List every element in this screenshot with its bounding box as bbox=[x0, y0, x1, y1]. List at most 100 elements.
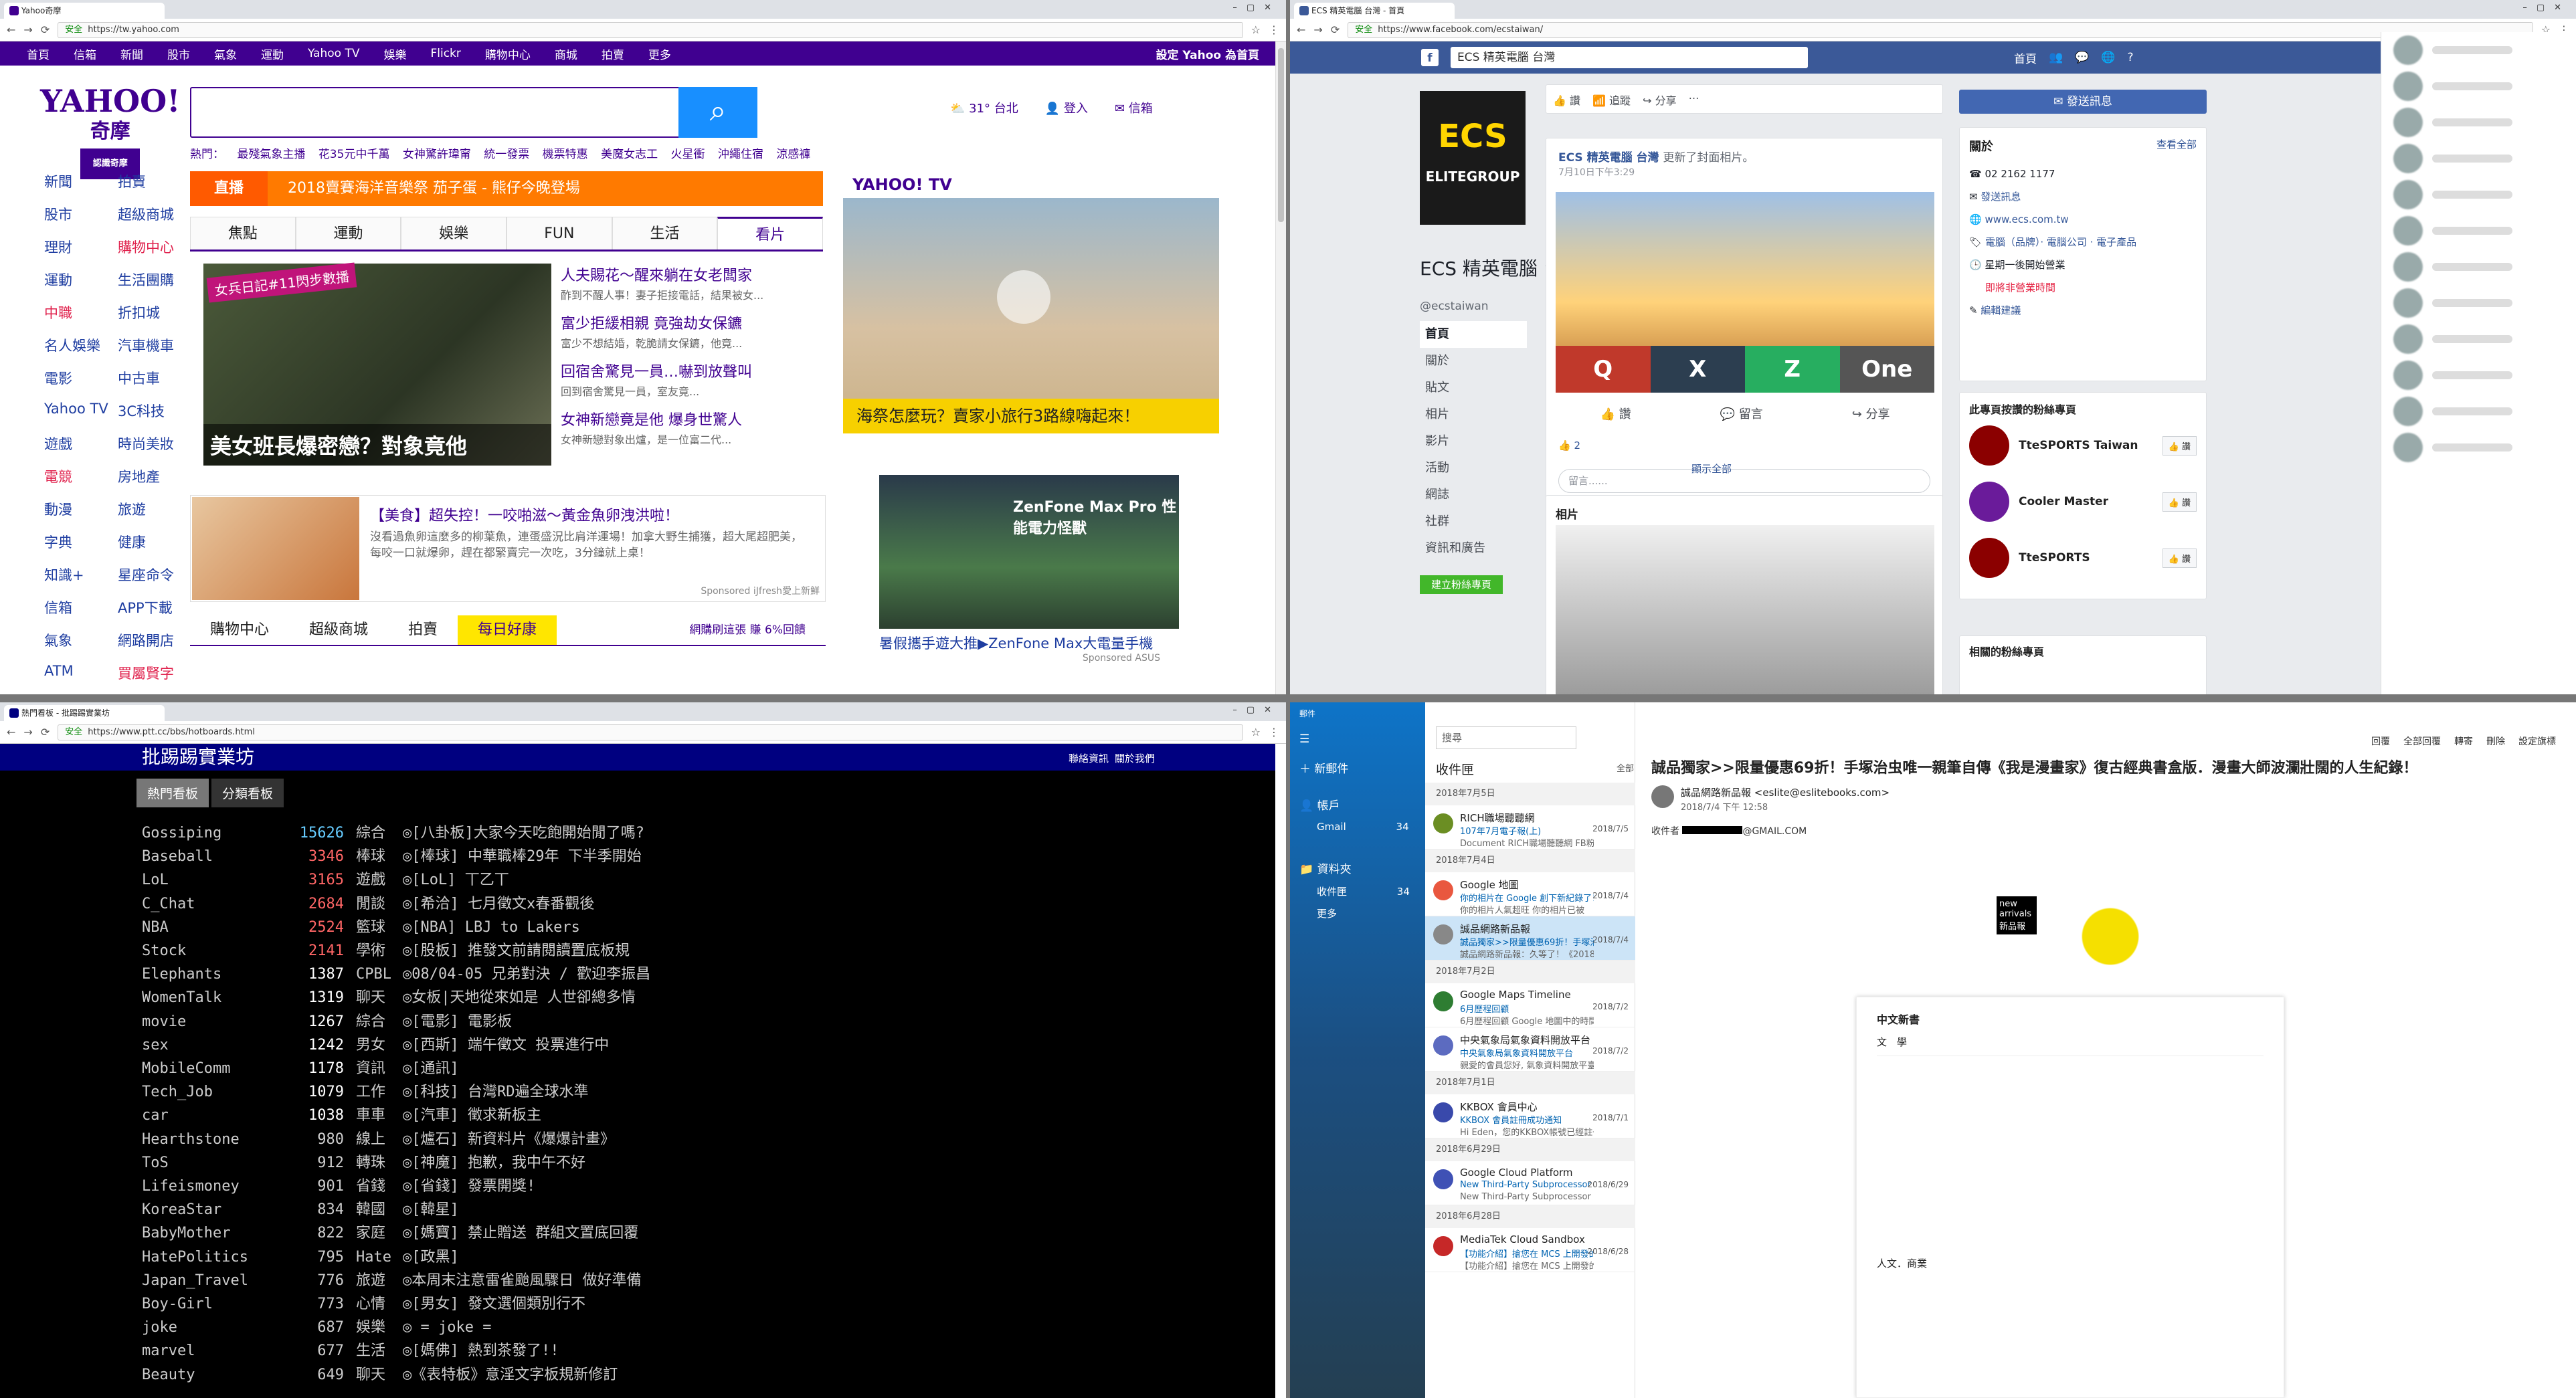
reload-icon[interactable]: ⟳ bbox=[41, 23, 50, 36]
board-row[interactable]: Boy-Girl 773 心情 ◎[男女] 發文選個類別行不 bbox=[142, 1292, 650, 1316]
hot-item[interactable]: 機票特惠 bbox=[543, 148, 588, 161]
liked-page-like-button[interactable]: 👍 讚 bbox=[2162, 548, 2197, 568]
chat-contact[interactable] bbox=[2381, 285, 2576, 321]
url-field[interactable]: 安全 https://www.facebook.com/ecstaiwan/ bbox=[1348, 21, 2533, 38]
sidebar-link[interactable]: Yahoo TV bbox=[44, 401, 118, 421]
board-row[interactable]: Baseball 3346 棒球 ◎[棒球] 中華職棒29年 下半季開始 bbox=[142, 845, 650, 868]
board-row[interactable]: Tech_Job 1079 工作 ◎[科技] 台灣RD遍全球水準 bbox=[142, 1080, 650, 1104]
accounts-header[interactable]: 👤 帳戶 bbox=[1290, 796, 1425, 813]
sidebar-link[interactable]: 信箱 bbox=[44, 597, 118, 617]
tab-sports[interactable]: 運動 bbox=[295, 217, 401, 249]
chat-contact[interactable] bbox=[2381, 32, 2576, 68]
page-profile-picture[interactable]: ECS ELITEGROUP bbox=[1420, 91, 1526, 225]
photo-thumb[interactable] bbox=[1556, 525, 1934, 694]
page-menu-item[interactable]: 社群 bbox=[1420, 508, 1527, 535]
nav-weather[interactable]: 氣象 bbox=[214, 45, 237, 62]
sidebar-link[interactable]: 購物中心 bbox=[118, 237, 191, 257]
post-comment-button[interactable]: 💬 留言 bbox=[1720, 405, 1763, 422]
message-item[interactable]: RICH職場聽聽網 107年7月電子報(上) Document RICH職場聽聽網 … bbox=[1425, 805, 1635, 850]
tab-hot-boards[interactable]: 熱門看板 bbox=[136, 779, 209, 807]
chat-contact[interactable] bbox=[2381, 104, 2576, 140]
messenger-icon[interactable]: 💬 bbox=[2075, 51, 2089, 64]
browser-tab[interactable]: Yahoo奇摩 bbox=[4, 3, 165, 19]
board-row[interactable]: LoL 3165 遊戲 ◎[LoL] 丅乙丅 bbox=[142, 868, 650, 892]
liked-page-like-button[interactable]: 👍 讚 bbox=[2162, 492, 2197, 512]
nav-ent[interactable]: 娛樂 bbox=[383, 45, 406, 62]
browser-tab[interactable]: 熱門看板 - 批踢踢實業坊 bbox=[4, 705, 165, 721]
sidebar-link[interactable]: 生活團購 bbox=[118, 270, 191, 290]
board-row[interactable]: Elephants 1387 CPBL ◎08/04-05 兄弟對決 / 歡迎李振昌 bbox=[142, 963, 650, 986]
native-ad[interactable]: 【美食】超失控！一咬啪滋～黃金魚卵洩洪啦！ 沒看過魚卵這麼多的柳葉魚，連蛋盛況比… bbox=[190, 495, 826, 602]
top-story[interactable]: 女兵日記#11閃步數播 美女班長爆密戀？對象竟他 bbox=[203, 262, 551, 466]
message-item[interactable]: 中央氣象局氣象資料開放平台 中央氣象局氣象資料開放平台 親愛的會員您好, 氣象資料開… bbox=[1425, 1027, 1635, 1072]
hot-item[interactable]: 美魔女志工 bbox=[601, 148, 658, 161]
post-author[interactable]: ECS 精英電腦 台灣 bbox=[1558, 151, 1659, 165]
reply-all-button[interactable]: 全部回覆 bbox=[2403, 734, 2441, 748]
asus-ad-image[interactable]: ZenFone Max Pro 性能電力怪獸 bbox=[879, 475, 1179, 629]
hot-item[interactable]: 火星衝 bbox=[670, 148, 705, 161]
globe-icon[interactable]: 🌐 bbox=[2101, 51, 2115, 64]
live-banner[interactable]: 直播 2018賣賽海洋音樂祭 茄子蛋 - 熊仔今晚登場 bbox=[190, 171, 823, 206]
board-row[interactable]: car 1038 車車 ◎[汽車] 徵求新板主 bbox=[142, 1104, 650, 1127]
page-menu-item[interactable]: 貼文 bbox=[1420, 375, 1527, 401]
page-menu-item[interactable]: 相片 bbox=[1420, 401, 1527, 428]
tab-life[interactable]: 生活 bbox=[612, 217, 718, 249]
weather-widget[interactable]: ⛅ 31° 台北 bbox=[950, 99, 1018, 116]
sidebar-link[interactable]: 拍賣 bbox=[118, 171, 191, 191]
nav-stock[interactable]: 股市 bbox=[167, 45, 190, 62]
message-from[interactable]: 誠品網路新品報 <eslite@eslitebooks.com> bbox=[1681, 785, 1890, 799]
board-row[interactable]: KoreaStar 834 韓國 ◎[韓星] bbox=[142, 1198, 650, 1221]
sidebar-link[interactable]: 股市 bbox=[44, 204, 118, 224]
board-row[interactable]: joke 687 娛樂 ◎ = joke = bbox=[142, 1316, 650, 1339]
board-row[interactable]: MobileComm 1178 資訊 ◎[通訊] bbox=[142, 1057, 650, 1080]
flag-button[interactable]: 設定旗標 bbox=[2518, 734, 2556, 748]
headline[interactable]: 人夫賜花～醒來躺在女老闆家 酢到不醒人事！妻子拒接電話，結果被女... bbox=[561, 264, 822, 302]
board-row[interactable]: marvel 677 生活 ◎[媽佛] 熱到茶發了!! bbox=[142, 1339, 650, 1363]
window-controls[interactable]: –▢✕ bbox=[1232, 3, 1281, 13]
share-button[interactable]: ↪ 分享 bbox=[1643, 92, 1677, 107]
sidebar-link[interactable]: 網路開店 bbox=[118, 630, 191, 650]
headline[interactable]: 回宿舍驚見一員…嚇到放聲叫 回到宿舍驚見一員，室友竟... bbox=[561, 360, 822, 399]
login-link[interactable]: 👤 登入 bbox=[1045, 99, 1088, 116]
chat-contact[interactable] bbox=[2381, 213, 2576, 249]
search-button[interactable]: ⌕ bbox=[678, 87, 757, 138]
inbox-folder[interactable]: 收件匣 34 bbox=[1290, 884, 1425, 898]
board-row[interactable]: Stock 2141 學術 ◎[股板] 推發文前請閱讀置底板規 bbox=[142, 939, 650, 963]
sidebar-link[interactable]: 運動 bbox=[44, 270, 118, 290]
sidebar-link[interactable]: 時尚美妝 bbox=[118, 433, 191, 454]
board-row[interactable]: Lifeismoney 901 省錢 ◎[省錢] 發票開獎! bbox=[142, 1175, 650, 1198]
search-input[interactable]: ⌕ bbox=[190, 87, 757, 138]
message-item[interactable]: Google Cloud Platform New Third-Party Sub… bbox=[1425, 1161, 1635, 1205]
shop-tab[interactable]: 購物中心 bbox=[190, 615, 289, 645]
sidebar-link[interactable]: 遊戲 bbox=[44, 433, 118, 454]
sidebar-link[interactable]: 3C科技 bbox=[118, 401, 191, 421]
hot-item[interactable]: 女神驚許瑋甯 bbox=[403, 148, 471, 161]
nav-sports[interactable]: 運動 bbox=[261, 45, 284, 62]
browser-tab[interactable]: ECS 精英電腦 台灣 - 首頁 bbox=[1294, 3, 1455, 19]
back-icon[interactable]: ← bbox=[7, 23, 15, 36]
reload-icon[interactable]: ⟳ bbox=[41, 726, 50, 738]
comment-input[interactable]: 留言...... bbox=[1558, 469, 1930, 493]
fb-search-input[interactable]: ECS 精英電腦 台灣 bbox=[1451, 47, 1808, 68]
mail-search-input[interactable]: 搜尋 bbox=[1436, 726, 1576, 749]
sidebar-link[interactable]: 電影 bbox=[44, 368, 118, 388]
ptt-title[interactable]: 批踢踢實業坊 bbox=[142, 746, 254, 768]
url-field[interactable]: 安全 https://www.ptt.cc/bbs/hotboards.html bbox=[58, 724, 1243, 740]
board-row[interactable]: NBA 2524 籃球 ◎[NBA] LBJ to Lakers bbox=[142, 916, 650, 939]
page-menu-item[interactable]: 資訊和廣告 bbox=[1420, 535, 1527, 562]
sidebar-link[interactable]: 旅遊 bbox=[118, 499, 191, 519]
shop-tab[interactable]: 拍賣 bbox=[388, 615, 458, 645]
asus-ad-caption[interactable]: 暑假攜手遊大推▶ZenFone Max大電量手機 Sponsored ASUS bbox=[879, 633, 1200, 664]
more-folders[interactable]: 更多 bbox=[1290, 906, 1425, 920]
nav-auction[interactable]: 拍賣 bbox=[602, 45, 624, 62]
menu-icon[interactable]: ⋮ bbox=[1269, 726, 1279, 738]
window-controls[interactable]: –▢✕ bbox=[1232, 705, 1281, 715]
sidebar-link[interactable]: 名人娛樂 bbox=[44, 335, 118, 355]
ptt-header-links[interactable]: 聯絡資訊 關於我們 bbox=[1069, 745, 1155, 772]
sidebar-link[interactable]: 字典 bbox=[44, 532, 118, 552]
hot-item[interactable]: 統一發票 bbox=[484, 148, 529, 161]
url-field[interactable]: 安全 https://tw.yahoo.com bbox=[58, 21, 1243, 38]
reply-button[interactable]: 回覆 bbox=[2371, 734, 2390, 748]
sidebar-link[interactable]: 房地產 bbox=[118, 466, 191, 486]
post-like-count[interactable]: 👍 2 bbox=[1558, 439, 1580, 452]
